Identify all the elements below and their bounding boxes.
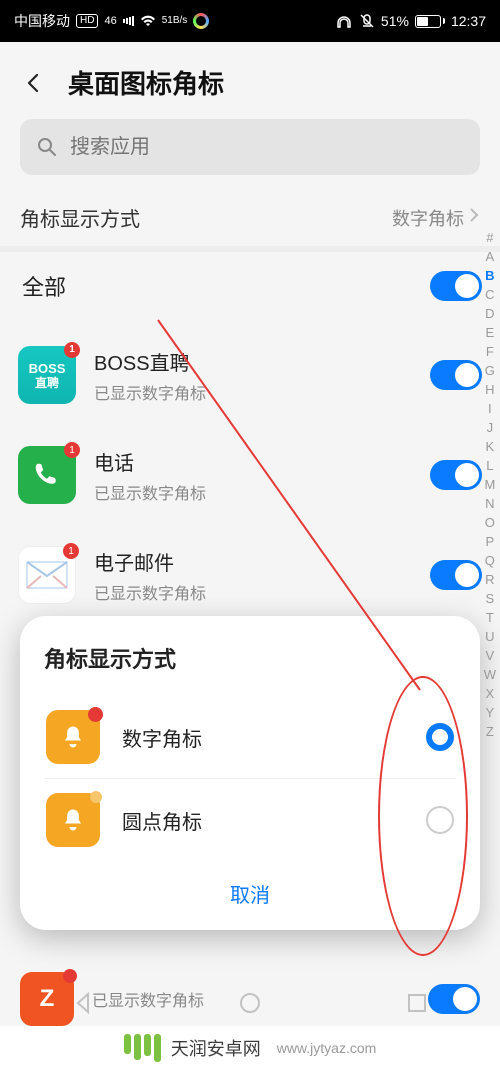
all-apps-row[interactable]: 全部 (0, 252, 500, 320)
alpha-letter-N[interactable]: N (485, 496, 494, 511)
nav-recents-icon[interactable] (404, 990, 430, 1016)
app-name: 电话 (94, 447, 412, 476)
hd-badge-icon: HD (76, 14, 98, 28)
search-icon (36, 136, 58, 158)
app-row-boss[interactable]: BOSS直聘 1 BOSS直聘 已显示数字角标 (0, 330, 500, 420)
alpha-letter-E[interactable]: E (486, 325, 495, 340)
app-sub: 已显示数字角标 (94, 480, 412, 504)
all-toggle[interactable] (430, 271, 482, 301)
alpha-letter-S[interactable]: S (486, 591, 495, 606)
option-numeric-badge[interactable]: 数字角标 (44, 696, 456, 778)
alpha-letter-#[interactable]: # (486, 230, 493, 245)
alpha-letter-B[interactable]: B (485, 268, 494, 283)
alpha-letter-G[interactable]: G (485, 363, 495, 378)
app-toggle[interactable] (430, 360, 482, 390)
app-name: 电子邮件 (94, 547, 412, 576)
alpha-letter-L[interactable]: L (486, 458, 493, 473)
alpha-letter-Q[interactable]: Q (485, 553, 495, 568)
search-field[interactable] (20, 119, 480, 175)
alpha-letter-T[interactable]: T (486, 610, 494, 625)
alpha-letter-V[interactable]: V (486, 648, 495, 663)
chevron-right-icon (468, 207, 480, 228)
search-input[interactable] (70, 136, 464, 159)
network-gen-label: 46 (104, 15, 116, 27)
alpha-letter-Z[interactable]: Z (486, 724, 494, 739)
page-title: 桌面图标角标 (68, 64, 224, 101)
numeric-badge-icon: 1 (63, 543, 79, 559)
all-apps-label: 全部 (22, 270, 66, 302)
alpha-letter-X[interactable]: X (486, 686, 495, 701)
alpha-letter-C[interactable]: C (485, 287, 494, 302)
headphones-icon (335, 13, 353, 29)
bell-icon (46, 710, 100, 764)
badge-mode-value: 数字角标 (392, 205, 480, 231)
nav-home-icon[interactable] (237, 990, 263, 1016)
watermark-url: www.jytyaz.com (277, 1040, 377, 1056)
alphabet-index[interactable]: # ABCDEFGHIJKLMNOPQRSTUVWXYZ (484, 230, 496, 739)
battery-pct-label: 51% (381, 13, 409, 29)
alpha-letter-K[interactable]: K (486, 439, 495, 454)
option-dot-badge[interactable]: 圆点角标 (44, 778, 456, 861)
app-toggle[interactable] (430, 460, 482, 490)
status-bar: 中国移动 HD 46 51B/s 51% 12:37 (0, 0, 500, 42)
alpha-letter-M[interactable]: M (484, 477, 495, 492)
app-name: BOSS直聘 (94, 347, 412, 376)
radio-selected[interactable] (426, 723, 454, 751)
app-icon-phone: 1 (18, 446, 76, 504)
option-label: 数字角标 (122, 723, 404, 752)
app-sub: 已显示数字角标 (94, 380, 412, 404)
alpha-letter-H[interactable]: H (485, 382, 494, 397)
alpha-letter-O[interactable]: O (485, 515, 495, 530)
radio-unselected[interactable] (426, 806, 454, 834)
badge-mode-label: 角标显示方式 (20, 203, 140, 232)
app-icon-boss: BOSS直聘 1 (18, 346, 76, 404)
bell-icon (46, 793, 100, 847)
badge-mode-dialog: 角标显示方式 数字角标 圆点角标 取消 (20, 616, 480, 930)
app-sub: 已显示数字角标 (94, 580, 412, 604)
carrier-label: 中国移动 (14, 11, 70, 31)
signal-bars-icon (123, 16, 134, 26)
alpha-letter-W[interactable]: W (484, 667, 496, 682)
nav-back-icon[interactable] (70, 990, 96, 1016)
badge-mode-row[interactable]: 角标显示方式 数字角标 (0, 189, 500, 246)
app-icon-email: 1 (18, 546, 76, 604)
app-row-phone[interactable]: 1 电话 已显示数字角标 (0, 430, 500, 520)
app-row-email[interactable]: 1 电子邮件 已显示数字角标 (0, 530, 500, 620)
alpha-letter-P[interactable]: P (486, 534, 495, 549)
dialog-title: 角标显示方式 (44, 642, 456, 674)
app-list: 全部 BOSS直聘 1 BOSS直聘 已显示数字角标 1 电话 已显示数字角标 … (0, 252, 500, 620)
watermark-bar: 天润安卓网 www.jytyaz.com (0, 1026, 500, 1070)
alpha-letter-A[interactable]: A (486, 249, 495, 264)
watermark-logo-icon (124, 1034, 161, 1062)
alpha-letter-Y[interactable]: Y (486, 705, 495, 720)
mute-icon (359, 13, 375, 29)
battery-icon (415, 15, 445, 28)
system-nav-bar (0, 980, 500, 1026)
option-label: 圆点角标 (122, 806, 404, 835)
alpha-letter-R[interactable]: R (485, 572, 494, 587)
numeric-badge-icon: 1 (64, 342, 80, 358)
watermark-brand: 天润安卓网 (171, 1035, 261, 1061)
alpha-letter-U[interactable]: U (485, 629, 494, 644)
numeric-badge-icon: 1 (64, 442, 80, 458)
net-speed-label: 51B/s (162, 16, 188, 26)
page-header: 桌面图标角标 (0, 42, 500, 119)
app-toggle[interactable] (430, 560, 482, 590)
alpha-letter-I[interactable]: I (488, 401, 492, 416)
back-button[interactable] (20, 69, 48, 97)
assistant-swirl-icon (193, 13, 209, 29)
clock-label: 12:37 (451, 13, 486, 29)
alpha-letter-D[interactable]: D (485, 306, 494, 321)
alpha-letter-J[interactable]: J (487, 420, 494, 435)
wifi-icon (140, 15, 156, 27)
cancel-button[interactable]: 取消 (44, 861, 456, 908)
alpha-letter-F[interactable]: F (486, 344, 494, 359)
